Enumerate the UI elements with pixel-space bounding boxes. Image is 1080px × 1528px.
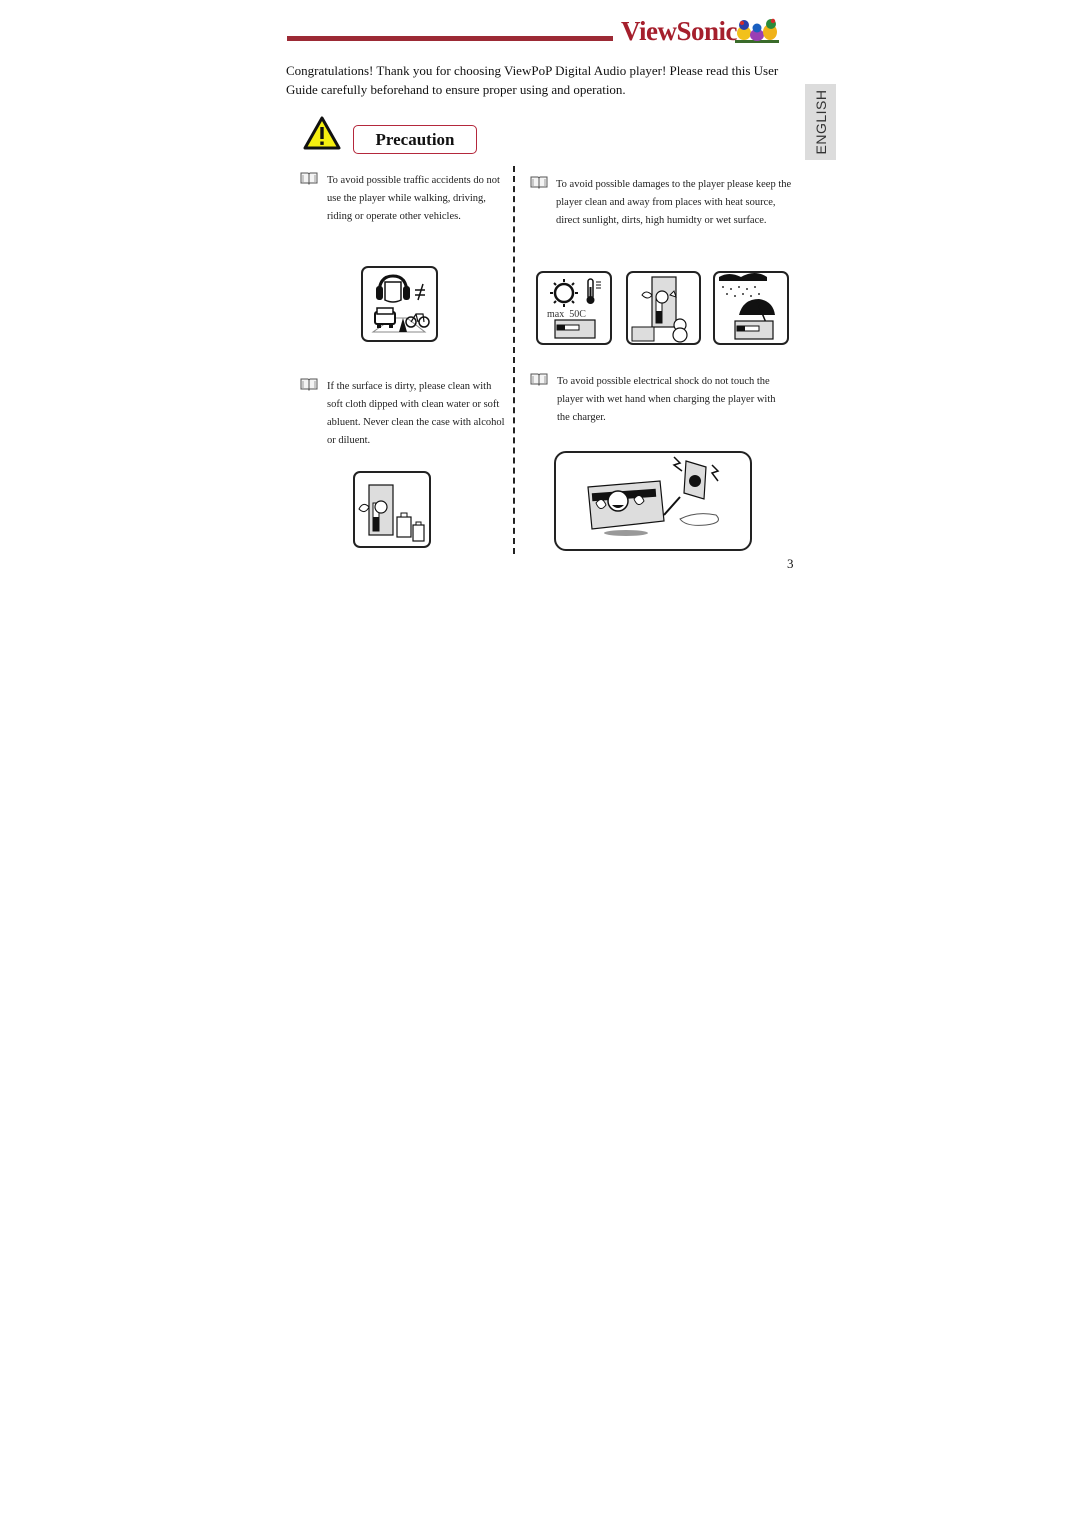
language-tab[interactable]: ENGLISH bbox=[805, 84, 836, 160]
illustration-cleaning bbox=[353, 471, 431, 548]
illustration-traffic bbox=[361, 266, 438, 342]
book-icon bbox=[530, 373, 548, 386]
precaution-traffic-text: To avoid possible traffic accidents do n… bbox=[327, 175, 500, 222]
viewsonic-birds-logo-icon bbox=[735, 18, 779, 43]
section-title-box: Precaution bbox=[353, 125, 477, 154]
rain-umbrella-icon bbox=[719, 273, 775, 340]
book-icon bbox=[300, 378, 318, 391]
illustration-shock bbox=[554, 451, 752, 551]
precaution-damage-text: To avoid possible damages to the player … bbox=[556, 179, 792, 226]
section-title: Precaution bbox=[375, 130, 455, 149]
intro-paragraph: Congratulations! Thank you for choosing … bbox=[286, 63, 779, 97]
sun-thermometer-icon bbox=[550, 278, 601, 339]
precaution-cleaning-text: If the surface is dirty, please clean wi… bbox=[327, 381, 505, 446]
player-bottles-icon bbox=[358, 484, 425, 542]
column-divider bbox=[513, 166, 515, 554]
electric-shock-icon bbox=[587, 456, 720, 536]
illustration-heat: max 50C bbox=[536, 271, 612, 345]
precaution-shock-text: To avoid possible electrical shock do no… bbox=[557, 376, 776, 423]
header-rule bbox=[287, 36, 613, 41]
illustration-rain bbox=[713, 271, 789, 345]
book-icon bbox=[530, 176, 548, 189]
brand-logo-text: ViewSonic bbox=[621, 16, 738, 46]
book-icon bbox=[300, 172, 318, 185]
max-temp-label: max 50C bbox=[547, 309, 586, 320]
headphones-traffic-icon bbox=[371, 274, 430, 333]
language-tab-label: ENGLISH bbox=[812, 89, 829, 155]
page-number: 3 bbox=[787, 556, 794, 571]
warning-triangle-icon bbox=[303, 116, 341, 150]
cold-dirt-icon bbox=[631, 276, 688, 343]
illustration-cold-dirt bbox=[626, 271, 701, 345]
